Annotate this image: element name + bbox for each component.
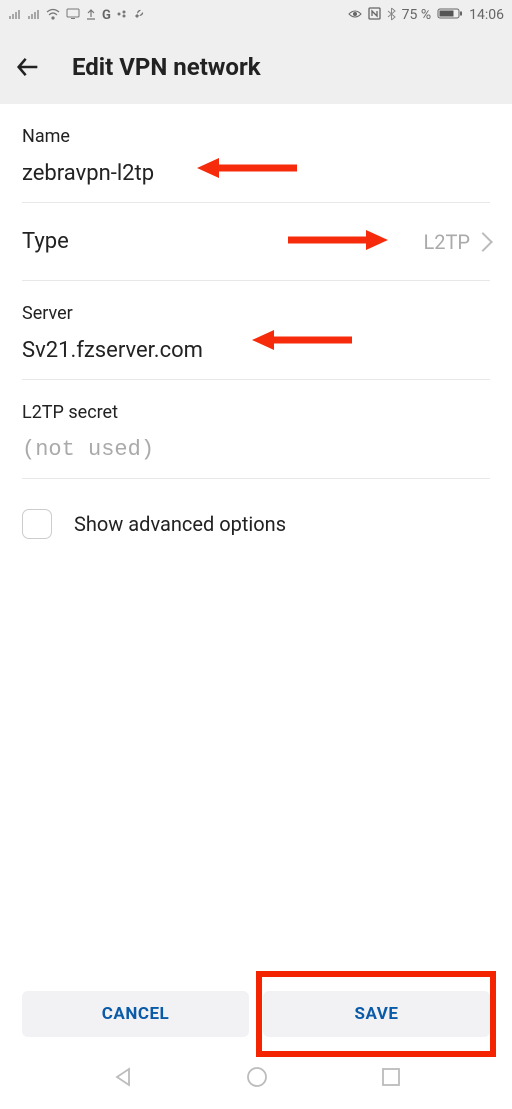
cast-icon (66, 8, 80, 22)
page-title: Edit VPN network (72, 53, 261, 81)
signal-icon (27, 7, 40, 23)
system-navbar (0, 1049, 512, 1109)
arrow-left-icon (14, 53, 42, 81)
name-field[interactable]: Name zebravpn-l2tp (22, 104, 490, 203)
form-content: Name zebravpn-l2tp Type L2TP Server Sv21… (0, 104, 512, 539)
type-value: L2TP (423, 230, 470, 254)
chevron-right-icon (473, 232, 493, 252)
l2tp-secret-field[interactable]: L2TP secret (not used) (22, 380, 490, 479)
type-value-group[interactable]: L2TP (423, 230, 490, 254)
save-button[interactable]: SAVE (263, 991, 490, 1037)
type-label: Type (22, 229, 69, 254)
server-field[interactable]: Server Sv21.fzserver.com (22, 281, 490, 380)
advanced-options-checkbox[interactable] (22, 509, 52, 539)
circle-home-icon (245, 1065, 269, 1089)
server-label: Server (22, 281, 490, 324)
cancel-button[interactable]: CANCEL (22, 991, 249, 1037)
nav-home-button[interactable] (245, 1065, 269, 1093)
advanced-options-row[interactable]: Show advanced options (22, 479, 490, 539)
status-right: 75 % 14:06 (348, 7, 504, 24)
back-button[interactable] (14, 53, 60, 81)
square-recent-icon (380, 1066, 402, 1088)
l2tp-secret-label: L2TP secret (22, 380, 490, 423)
battery-pct: 75 % (402, 7, 431, 23)
eye-icon (348, 8, 362, 22)
button-bar: CANCEL SAVE (0, 991, 512, 1037)
status-bar: G 75 % 14:06 (0, 0, 512, 30)
app-header: Edit VPN network (0, 30, 512, 104)
battery-icon (437, 7, 463, 23)
upload-icon (86, 8, 96, 23)
nfc-icon (368, 7, 381, 23)
signal-icon (8, 7, 21, 23)
type-field[interactable]: Type L2TP (22, 203, 490, 281)
advanced-options-label: Show advanced options (74, 512, 286, 536)
wifi-icon (46, 8, 60, 23)
google-icon: G (102, 9, 111, 22)
name-value[interactable]: zebravpn-l2tp (22, 147, 490, 202)
l2tp-secret-placeholder[interactable]: (not used) (22, 423, 490, 478)
server-value[interactable]: Sv21.fzserver.com (22, 324, 490, 379)
clock-time: 14:06 (469, 7, 504, 23)
dots-icon (117, 8, 127, 22)
status-left: G (8, 7, 145, 23)
bluetooth-icon (387, 7, 396, 24)
nav-back-button[interactable] (111, 1065, 135, 1093)
nav-recent-button[interactable] (380, 1066, 402, 1092)
wrench-icon (133, 8, 145, 23)
triangle-back-icon (111, 1065, 135, 1089)
name-label: Name (22, 104, 490, 147)
